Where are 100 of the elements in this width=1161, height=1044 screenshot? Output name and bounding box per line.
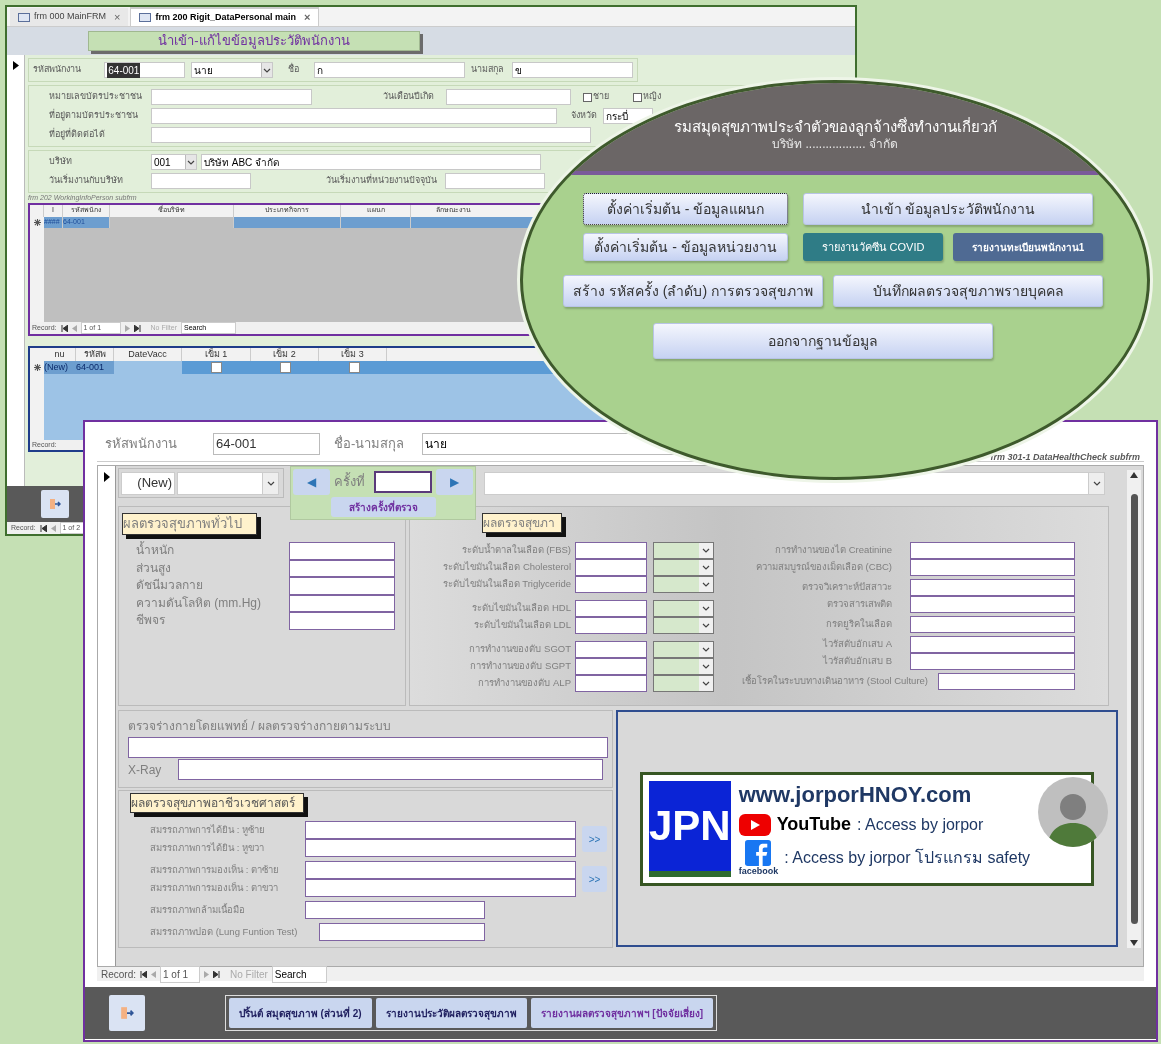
text-field[interactable] [910, 653, 1075, 670]
record-label: Record: [101, 967, 136, 982]
gender-checkbox[interactable] [633, 92, 642, 102]
checkbox-label: หญิง [643, 90, 661, 104]
text-field[interactable] [575, 658, 647, 675]
dropdown[interactable] [653, 658, 714, 675]
dose-checkbox[interactable] [280, 362, 291, 373]
text-field[interactable]: ก [314, 62, 465, 78]
text-field[interactable] [305, 839, 576, 857]
close-button[interactable]: × [304, 9, 311, 26]
table-cell: 64-001 [76, 361, 114, 374]
text-field[interactable] [289, 577, 395, 595]
field-label: วันเริ่มงานกับบริษัท [49, 174, 124, 188]
video-channel-name: YouTube [776, 813, 852, 836]
report-button[interactable]: รายงานประวัติผลตรวจสุขภาพ [375, 998, 527, 1028]
field-label: การทำงานของตับ SGPT [469, 659, 572, 674]
chevron-down-icon [266, 479, 275, 487]
dropdown[interactable] [653, 675, 714, 692]
field-label: ตรวจร่างกายโดยแพทย์ / ผลตรวจร่างกายตามระบบ [128, 718, 392, 733]
menu-button[interactable]: ตั้งค่าเริ่มต้น - ข้อมูลแผนก [583, 193, 788, 225]
icon-caption: facebook [738, 866, 779, 876]
first-record-icon[interactable] [39, 524, 47, 532]
dropdown[interactable] [653, 600, 714, 617]
dose-checkbox[interactable] [211, 362, 222, 373]
last-record-icon[interactable] [213, 970, 220, 978]
text-field[interactable] [305, 861, 576, 879]
text-field[interactable] [575, 675, 647, 692]
text-field[interactable] [151, 108, 557, 124]
text-field[interactable] [305, 821, 576, 839]
dropdown[interactable] [653, 542, 714, 559]
create-visit-button[interactable]: สร้างครั้งที่ตรวจ [330, 497, 436, 517]
menu-button[interactable]: รายงานทะเบียนพนักงาน1 [953, 233, 1103, 261]
text-field[interactable] [910, 616, 1075, 633]
text-field[interactable] [910, 542, 1075, 559]
website-address: www.jorporHNOY.com [738, 781, 973, 809]
text-field[interactable] [446, 89, 571, 105]
close-button[interactable]: × [114, 8, 121, 26]
text-field[interactable]: 64-001 [213, 432, 320, 455]
text-field[interactable] [575, 576, 647, 593]
expand-button[interactable]: >> [582, 826, 607, 852]
text-field[interactable]: 64-001 [104, 62, 186, 78]
text-field[interactable]: กระบี่ [603, 108, 653, 124]
dropdown[interactable] [653, 559, 714, 576]
text-field[interactable] [289, 542, 395, 560]
chevron-down-icon [702, 622, 710, 629]
text-field[interactable] [910, 596, 1075, 613]
document-tab[interactable]: frm 000 MainFRM × [10, 8, 129, 26]
menu-button[interactable]: รายงานวัคซีน COVID [803, 233, 943, 261]
text-field[interactable] [910, 636, 1075, 653]
menu-button[interactable]: สร้าง รหัสครั้ง (ลำดับ) การตรวจสุขภาพ [563, 275, 823, 307]
text-field[interactable] [151, 127, 591, 143]
checkbox-label: ชาย [593, 90, 609, 104]
text-field[interactable] [128, 737, 608, 758]
menu-button[interactable]: ออกจากฐานข้อมูล [653, 323, 993, 359]
text-field[interactable] [177, 759, 603, 780]
expand-button[interactable]: >> [582, 866, 607, 892]
text-field[interactable] [938, 673, 1075, 690]
field-label: วันเริ่มงานที่หน่วยงานปัจจุบัน [325, 174, 438, 188]
text-field[interactable] [319, 923, 485, 941]
gender-checkbox[interactable] [583, 92, 592, 102]
menu-button[interactable]: นำเข้า ข้อมูลประวัติพนักงาน [803, 193, 1093, 225]
report-button[interactable]: รายงานผลตรวจสุขภาพฯ [ปัจจัยเสี่ยง] [530, 998, 713, 1028]
text-field[interactable] [305, 901, 485, 919]
last-record-icon[interactable] [133, 324, 141, 332]
text-field[interactable] [445, 173, 545, 189]
text-field[interactable] [575, 600, 647, 617]
menu-button[interactable]: ตั้งค่าเริ่มต้น - ข้อมูลหน่วยงาน [583, 233, 788, 261]
scrollbar[interactable] [1127, 470, 1141, 948]
field-label: ครั้งที่ [334, 472, 366, 492]
text-field[interactable] [910, 559, 1075, 576]
scroll-up-icon[interactable] [1130, 472, 1138, 478]
company-dropdown[interactable]: 001 [151, 154, 197, 170]
prefix-dropdown[interactable]: นาย [191, 62, 273, 78]
text-field[interactable] [910, 579, 1075, 596]
text-field[interactable] [289, 612, 395, 630]
text-field[interactable] [575, 542, 647, 559]
field-label: สมรรถภาพการมองเห็น : ตาซ้าย [150, 862, 280, 877]
text-field[interactable] [575, 641, 647, 658]
scrollbar-thumb[interactable] [1130, 494, 1138, 924]
document-tab[interactable]: frm 200 Rigit_DataPersonal main × [130, 7, 320, 26]
text-field[interactable] [575, 559, 647, 576]
text-field[interactable] [151, 89, 312, 105]
first-record-icon[interactable] [140, 970, 147, 978]
first-record-icon[interactable] [60, 324, 68, 332]
chevron-down-icon [702, 663, 710, 670]
dose-checkbox[interactable] [349, 362, 360, 373]
menu-button[interactable]: บันทึกผลตรวจสุขภาพรายบุคคล [833, 275, 1103, 307]
text-field[interactable] [575, 617, 647, 634]
visit-number-field[interactable] [374, 471, 432, 493]
dropdown[interactable] [484, 471, 1105, 495]
record-id-field[interactable]: (New) [121, 471, 175, 495]
scroll-down-icon[interactable] [1130, 940, 1138, 946]
report-button[interactable]: ปริ้นต์ สมุดสุขภาพ (ส่วนที่ 2) [229, 998, 372, 1028]
dropdown[interactable] [653, 576, 714, 593]
text-field[interactable] [151, 173, 251, 189]
text-field[interactable]: บริษัท ABC จำกัด [201, 154, 541, 170]
text-field[interactable] [305, 879, 576, 897]
dropdown[interactable] [653, 641, 714, 658]
dropdown[interactable] [653, 617, 714, 634]
text-field[interactable]: ข [512, 62, 633, 78]
